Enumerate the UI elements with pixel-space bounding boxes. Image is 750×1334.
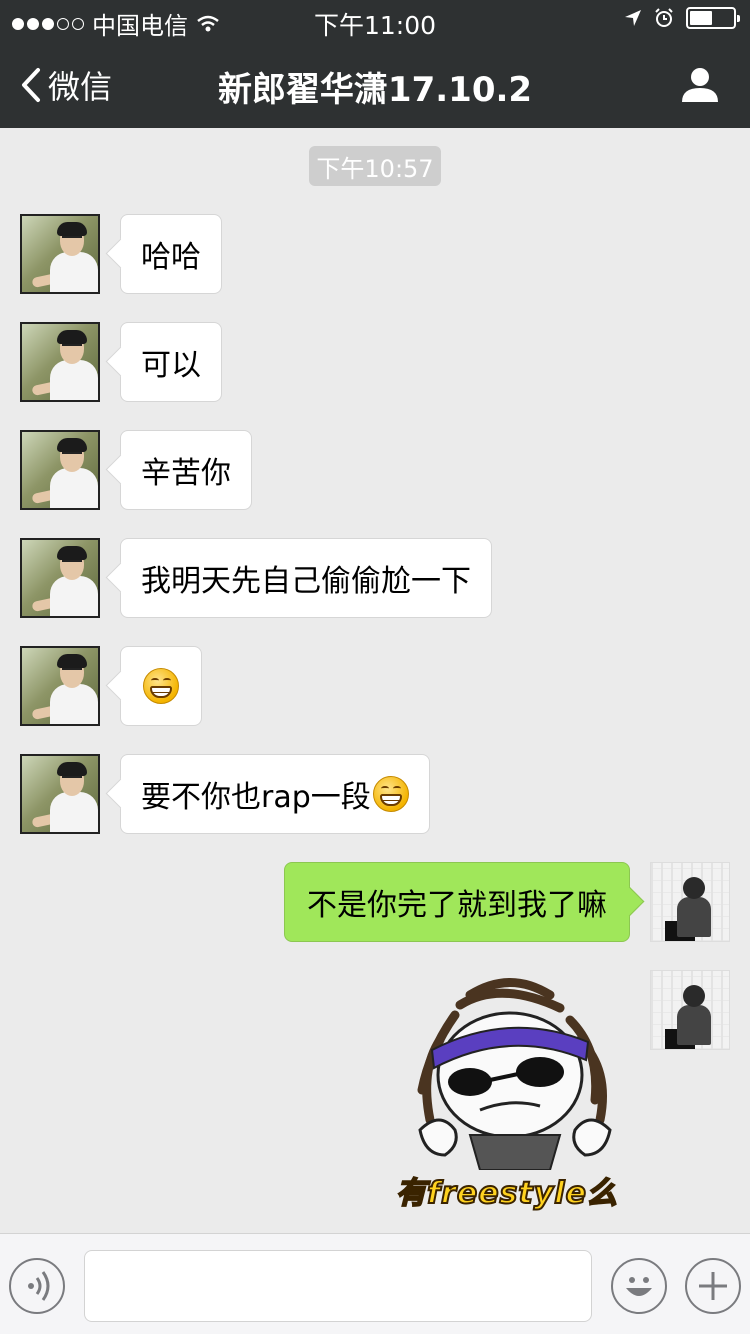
contact-avatar[interactable]	[20, 538, 100, 618]
input-bar	[0, 1233, 750, 1334]
voice-icon	[28, 1271, 50, 1301]
grin-emoji-icon	[143, 668, 179, 704]
battery-icon	[686, 7, 740, 29]
chat-timestamp: 下午10:57	[309, 146, 441, 186]
message-bubble[interactable]: 可以	[120, 322, 222, 402]
message-row-outgoing: 不是你完了就到我了嘛	[284, 862, 730, 942]
status-right	[624, 7, 740, 29]
contact-avatar[interactable]	[20, 430, 100, 510]
message-text: 我明天先自己偷偷尬一下	[141, 564, 471, 599]
message-text: 哈哈	[141, 240, 201, 275]
contact-avatar[interactable]	[20, 214, 100, 294]
message-row: 哈哈	[20, 214, 222, 294]
page-title: 新郎翟华潇17.10.2	[217, 70, 533, 110]
plus-icon	[699, 1272, 727, 1300]
emoji-icon	[626, 1277, 652, 1296]
nav-bar: 微信 新郎翟华潇17.10.2	[0, 40, 750, 128]
my-avatar[interactable]	[650, 862, 730, 942]
voice-button[interactable]	[9, 1258, 65, 1314]
message-bubble[interactable]	[120, 646, 202, 726]
location-arrow-icon	[625, 10, 641, 26]
message-row: 我明天先自己偷偷尬一下	[20, 538, 492, 618]
contact-avatar[interactable]	[20, 754, 100, 834]
message-bubble[interactable]: 哈哈	[120, 214, 222, 294]
message-bubble-outgoing[interactable]: 不是你完了就到我了嘛	[284, 862, 630, 942]
person-icon[interactable]	[680, 64, 720, 104]
message-text: 辛苦你	[141, 456, 231, 491]
emoji-button[interactable]	[611, 1258, 667, 1314]
message-bubble[interactable]: 我明天先自己偷偷尬一下	[120, 538, 492, 618]
message-row: 可以	[20, 322, 222, 402]
message-bubble[interactable]: 辛苦你	[120, 430, 252, 510]
message-row: 要不你也rap一段	[20, 754, 430, 834]
message-text: 不是你完了就到我了嘛	[307, 888, 607, 923]
contact-avatar[interactable]	[20, 322, 100, 402]
message-row: 辛苦你	[20, 430, 252, 510]
message-text: 要不你也rap一段	[141, 780, 371, 815]
my-avatar[interactable]	[650, 970, 730, 1050]
message-text: 可以	[141, 348, 201, 383]
status-bar: 中国电信 下午11:00	[0, 0, 750, 40]
message-row	[20, 646, 202, 726]
chat-area[interactable]: 下午10:57 哈哈 可以 辛苦你 我明天先自己偷偷尬一下 要不你也rap一段 …	[0, 128, 750, 1233]
alarm-icon	[655, 8, 673, 27]
message-input[interactable]	[84, 1250, 592, 1322]
sticker-meme-icon	[417, 978, 612, 1171]
contact-avatar[interactable]	[20, 646, 100, 726]
message-bubble[interactable]: 要不你也rap一段	[120, 754, 430, 834]
sticker-caption: 有freestyle么	[395, 1175, 618, 1212]
add-button[interactable]	[685, 1258, 741, 1314]
grin-emoji-icon	[372, 776, 409, 812]
